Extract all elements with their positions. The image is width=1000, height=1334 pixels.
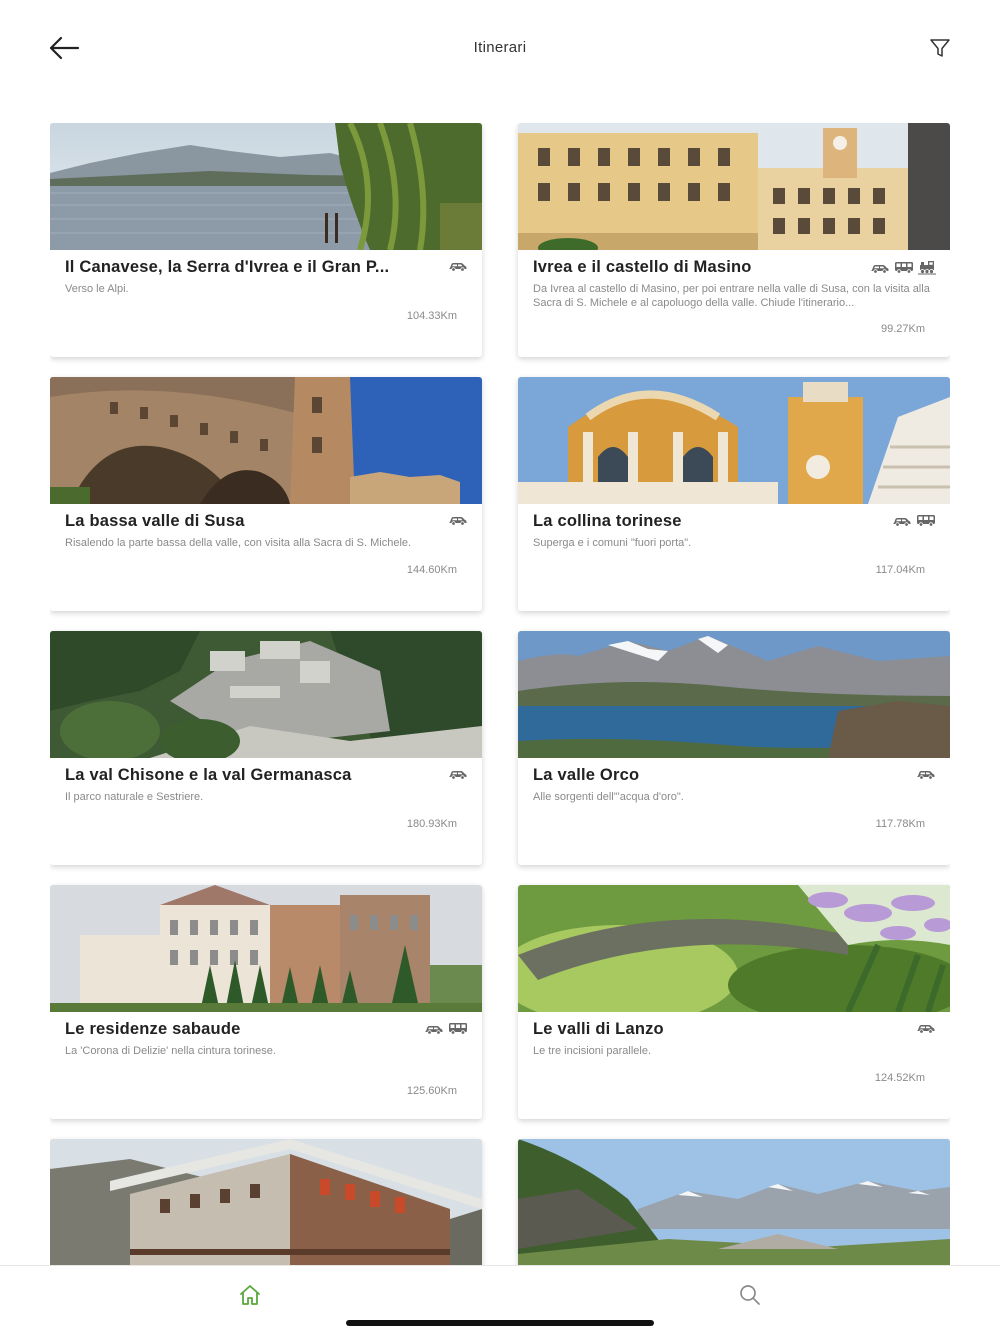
bridge-photo xyxy=(518,885,950,1012)
car-icon xyxy=(870,262,890,274)
arrow-left-icon xyxy=(49,36,80,60)
tab-search[interactable] xyxy=(730,1280,770,1310)
card-description: Da Ivrea al castello di Masino, per poi … xyxy=(533,283,930,309)
filter-icon xyxy=(930,39,950,57)
town-photo xyxy=(518,123,950,250)
transport-icons xyxy=(448,260,468,272)
card-distance: 117.04Km xyxy=(875,564,925,576)
transport-icons xyxy=(870,260,936,275)
itinerary-card[interactable]: Le residenze sabaude La 'Corona di Delizi… xyxy=(50,885,482,1119)
car-icon xyxy=(916,1022,936,1034)
card-title: La valle Orco xyxy=(533,766,640,784)
itinerary-grid: Il Canavese, la Serra d'Ivrea e il Gran … xyxy=(50,123,950,1265)
car-icon xyxy=(448,260,468,272)
car-icon xyxy=(916,768,936,780)
card-distance: 180.93Km xyxy=(406,818,457,830)
transport-icons xyxy=(892,514,936,527)
card-title: Il Canavese, la Serra d'Ivrea e il Gran … xyxy=(65,258,390,276)
transport-icons xyxy=(916,768,936,780)
mountainlake-photo xyxy=(518,631,950,758)
itinerary-card[interactable]: La val Chisone e la val Germanasca Il par… xyxy=(50,631,482,865)
card-description: Le tre incisioni parallele. xyxy=(533,1045,652,1057)
itinerary-card[interactable]: La bassa valle di Susa Risalendo la parte… xyxy=(50,377,482,611)
search-icon xyxy=(740,1285,760,1305)
home-icon xyxy=(240,1285,260,1305)
car-icon xyxy=(424,1023,444,1035)
card-title: Ivrea e il castello di Masino xyxy=(533,258,752,276)
card-image xyxy=(50,123,482,250)
chalet-photo xyxy=(50,1139,482,1265)
castle-photo xyxy=(50,377,482,504)
bus-icon xyxy=(916,514,936,527)
alps-photo xyxy=(518,1139,950,1265)
card-distance: 124.52Km xyxy=(874,1072,925,1084)
card-image xyxy=(50,631,482,758)
home-indicator xyxy=(346,1320,654,1326)
car-icon xyxy=(892,515,912,527)
itinerary-card[interactable]: La collina torinese Superga e i comuni "f… xyxy=(518,377,950,611)
page-title: Itinerari xyxy=(473,39,527,56)
bus-icon xyxy=(894,261,914,274)
card-image xyxy=(518,377,950,504)
itinerary-card[interactable] xyxy=(50,1139,482,1265)
itinerary-card[interactable]: Il Canavese, la Serra d'Ivrea e il Gran … xyxy=(50,123,482,357)
card-distance: 125.60Km xyxy=(406,1085,457,1097)
itinerary-card[interactable] xyxy=(518,1139,950,1265)
bus-icon xyxy=(448,1022,468,1035)
header: Itinerari xyxy=(0,0,1000,100)
card-description: Verso le Alpi. xyxy=(65,283,129,295)
transport-icons xyxy=(424,1022,468,1035)
transport-icons xyxy=(448,768,468,780)
filter-button[interactable] xyxy=(920,30,960,66)
card-title: La val Chisone e la val Germanasca xyxy=(65,766,352,784)
itinerary-card[interactable]: Ivrea e il castello di Masino Da Ivrea al… xyxy=(518,123,950,357)
card-image xyxy=(518,123,950,250)
card-description: Il parco naturale e Sestriere. xyxy=(65,791,204,803)
card-image xyxy=(518,1139,950,1265)
card-image xyxy=(50,885,482,1012)
card-image xyxy=(50,1139,482,1265)
card-description: Superga e i comuni "fuori porta". xyxy=(533,537,692,549)
card-description: La 'Corona di Delizie' nella cintura tor… xyxy=(65,1045,276,1057)
card-image xyxy=(50,377,482,504)
itinerary-card[interactable]: Le valli di Lanzo Le tre incisioni parall… xyxy=(518,885,950,1119)
card-title: Le residenze sabaude xyxy=(65,1020,241,1038)
lake-photo xyxy=(50,123,482,250)
card-distance: 117.78Km xyxy=(875,818,925,830)
card-description: Risalendo la parte bassa della valle, co… xyxy=(65,537,412,549)
card-image xyxy=(518,631,950,758)
itinerary-card[interactable]: La valle Orco Alle sorgenti dell'"acqua d… xyxy=(518,631,950,865)
card-title: Le valli di Lanzo xyxy=(533,1020,664,1038)
fortress-photo xyxy=(50,631,482,758)
train-icon xyxy=(918,260,936,275)
card-title: La bassa valle di Susa xyxy=(65,512,245,530)
card-distance: 104.33Km xyxy=(406,310,457,322)
car-icon xyxy=(448,514,468,526)
card-title: La collina torinese xyxy=(533,512,682,530)
transport-icons xyxy=(448,514,468,526)
back-button[interactable] xyxy=(44,30,84,66)
card-image xyxy=(518,885,950,1012)
palace-photo xyxy=(50,885,482,1012)
transport-icons xyxy=(916,1022,936,1034)
basilica-photo xyxy=(518,377,950,504)
car-icon xyxy=(448,768,468,780)
card-description: Alle sorgenti dell'"acqua d'oro". xyxy=(533,791,684,803)
card-distance: 99.27Km xyxy=(880,323,925,335)
tab-home[interactable] xyxy=(230,1280,270,1310)
card-distance: 144.60Km xyxy=(406,564,457,576)
